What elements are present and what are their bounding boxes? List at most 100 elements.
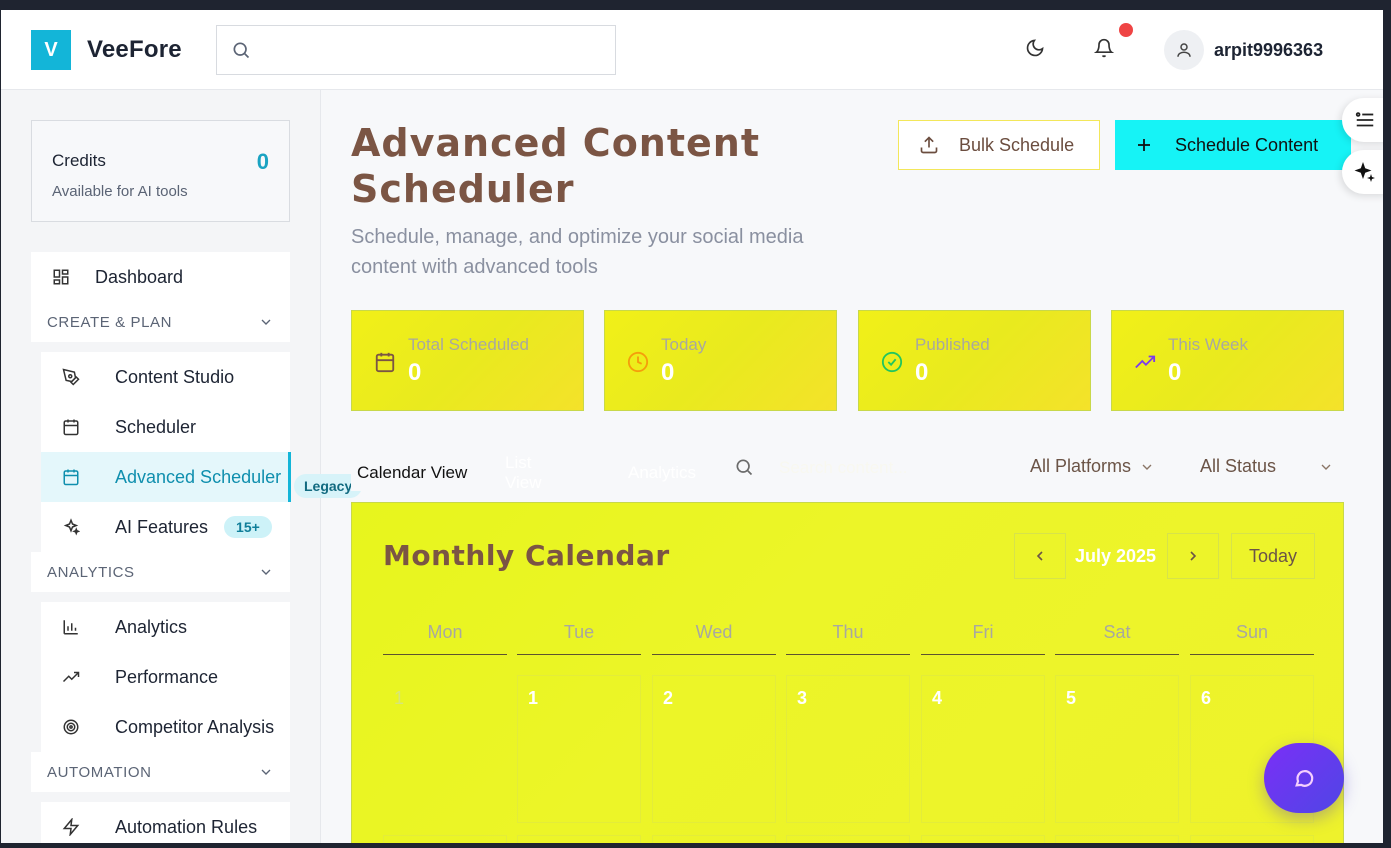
logo-mark[interactable]: V xyxy=(31,30,71,70)
nav-automation-block: Automation Rules xyxy=(41,802,290,843)
app-window: V VeeFore arpit9996363 Credits 0 Availab… xyxy=(1,10,1383,843)
active-indicator xyxy=(288,452,291,502)
clock-icon xyxy=(627,351,649,378)
sidebar-item-label: AI Features xyxy=(115,516,209,537)
prev-month-button[interactable] xyxy=(1014,533,1066,579)
weekday-header: Fri xyxy=(921,613,1045,655)
tab-calendar-view[interactable]: Calendar View xyxy=(351,455,481,491)
section-analytics[interactable]: ANALYTICS xyxy=(31,552,290,592)
calendar-day-cell[interactable] xyxy=(517,835,641,843)
status-filter[interactable]: All Status xyxy=(1200,456,1334,477)
sidebar-item-automation-rules[interactable]: Automation Rules xyxy=(41,802,290,843)
calendar-day-cell[interactable] xyxy=(1190,835,1314,843)
page-title: Advanced Content Scheduler xyxy=(351,121,761,211)
today-button[interactable]: Today xyxy=(1231,533,1315,579)
search-icon[interactable] xyxy=(734,457,754,482)
sparkles-icon xyxy=(1354,162,1375,182)
sidebar-item-label: Automation Rules xyxy=(115,816,258,837)
calendar-icon xyxy=(374,351,396,378)
platform-filter-value: All Platforms xyxy=(1030,456,1132,476)
stat-today: Today 0 xyxy=(604,310,837,411)
floating-ai-button[interactable] xyxy=(1342,150,1383,194)
day-number: 5 xyxy=(1066,688,1077,708)
top-header: V VeeFore arpit9996363 xyxy=(1,10,1383,90)
section-title: ANALYTICS xyxy=(47,563,135,581)
section-title: AUTOMATION xyxy=(47,763,152,781)
sidebar-item-label: Advanced Scheduler xyxy=(115,466,282,487)
weekday-header: Wed xyxy=(652,613,776,655)
chat-button[interactable] xyxy=(1264,743,1344,813)
day-number: 1 xyxy=(394,688,405,708)
tab-analytics[interactable]: Analytics xyxy=(628,455,696,491)
stat-label: Published xyxy=(915,335,990,354)
avatar[interactable] xyxy=(1164,30,1204,70)
target-icon xyxy=(61,717,81,737)
ai-features-badge: 15+ xyxy=(224,516,272,538)
calendar-day-cell[interactable]: 1 xyxy=(517,675,641,823)
tab-list-view[interactable]: List View xyxy=(505,453,542,492)
calendar-day-cell[interactable]: 3 xyxy=(786,675,910,823)
day-number: 1 xyxy=(528,688,539,708)
calendar-day-cell[interactable]: 4 xyxy=(921,675,1045,823)
calendar-day-cell[interactable]: 1 xyxy=(383,675,507,823)
search-input[interactable] xyxy=(216,25,616,75)
monthly-calendar: Monthly Calendar July 2025 Today Mon Tue… xyxy=(351,502,1344,843)
sidebar-item-scheduler[interactable]: Scheduler xyxy=(41,402,290,452)
sidebar-item-advanced-scheduler[interactable]: Advanced Scheduler xyxy=(41,452,291,502)
schedule-content-button[interactable]: Schedule Content xyxy=(1115,120,1351,170)
stat-label: This Week xyxy=(1168,335,1248,354)
grid-icon xyxy=(51,267,71,287)
calendar-icon xyxy=(61,467,81,487)
next-month-button[interactable] xyxy=(1167,533,1219,579)
calendar-day-cell[interactable]: 2 xyxy=(652,675,776,823)
section-create-plan[interactable]: CREATE & PLAN xyxy=(31,302,290,342)
stat-this-week: This Week 0 xyxy=(1111,310,1344,411)
stat-total-scheduled: Total Scheduled 0 xyxy=(351,310,584,411)
weekday-header: Sun xyxy=(1190,613,1314,655)
content-search-input[interactable]: Search content... xyxy=(779,458,908,478)
current-month: July 2025 xyxy=(1075,546,1157,566)
search-icon xyxy=(231,40,251,65)
calendar-day-cell[interactable] xyxy=(383,835,507,843)
list-icon xyxy=(1355,112,1374,127)
chevron-down-icon xyxy=(1142,464,1152,470)
calendar-day-cell[interactable] xyxy=(921,835,1045,843)
bulk-schedule-button[interactable]: Bulk Schedule xyxy=(898,120,1100,170)
credits-card: Credits 0 Available for AI tools xyxy=(31,120,290,222)
chevron-left-icon xyxy=(1036,551,1043,561)
chevron-down-icon xyxy=(1321,464,1331,470)
schedule-content-label: Schedule Content xyxy=(1175,134,1319,155)
day-number: 4 xyxy=(932,688,943,708)
chevron-right-icon xyxy=(1190,551,1197,561)
sidebar-item-analytics[interactable]: Analytics xyxy=(41,602,290,652)
calendar-day-cell[interactable] xyxy=(1055,835,1179,843)
nav-dashboard-block: Dashboard xyxy=(31,252,290,302)
plus-icon xyxy=(1138,139,1150,151)
section-title: CREATE & PLAN xyxy=(47,313,173,331)
day-number: 6 xyxy=(1201,688,1212,708)
moon-icon[interactable] xyxy=(1025,38,1045,63)
username[interactable]: arpit9996363 xyxy=(1214,40,1323,61)
sidebar-item-competitor-analysis[interactable]: Competitor Analysis xyxy=(41,702,290,752)
sidebar-item-ai-features[interactable]: AI Features 15+ xyxy=(41,502,290,552)
notification-dot xyxy=(1119,23,1133,37)
pen-tool-icon xyxy=(61,367,81,387)
chevron-down-icon xyxy=(261,569,271,575)
sidebar-item-dashboard[interactable]: Dashboard xyxy=(31,252,290,302)
stat-value: 0 xyxy=(408,359,422,386)
nav-create-block: Content Studio Scheduler Advanced Schedu… xyxy=(41,352,291,552)
bell-icon[interactable] xyxy=(1093,38,1115,63)
calendar-day-cell[interactable] xyxy=(786,835,910,843)
calendar-day-cell[interactable] xyxy=(652,835,776,843)
page-subtitle: Schedule, manage, and optimize your soci… xyxy=(351,226,804,278)
sidebar-item-content-studio[interactable]: Content Studio xyxy=(41,352,290,402)
platform-filter[interactable]: All Platforms xyxy=(1030,456,1155,477)
sidebar: Credits 0 Available for AI tools Dashboa… xyxy=(1,90,321,843)
calendar-day-cell[interactable]: 5 xyxy=(1055,675,1179,823)
sparkles-icon xyxy=(61,517,81,537)
floating-menu-button[interactable] xyxy=(1342,98,1383,142)
section-automation[interactable]: AUTOMATION xyxy=(31,752,290,792)
sidebar-item-performance[interactable]: Performance xyxy=(41,652,290,702)
weekday-header: Sat xyxy=(1055,613,1179,655)
stat-published: Published 0 xyxy=(858,310,1091,411)
